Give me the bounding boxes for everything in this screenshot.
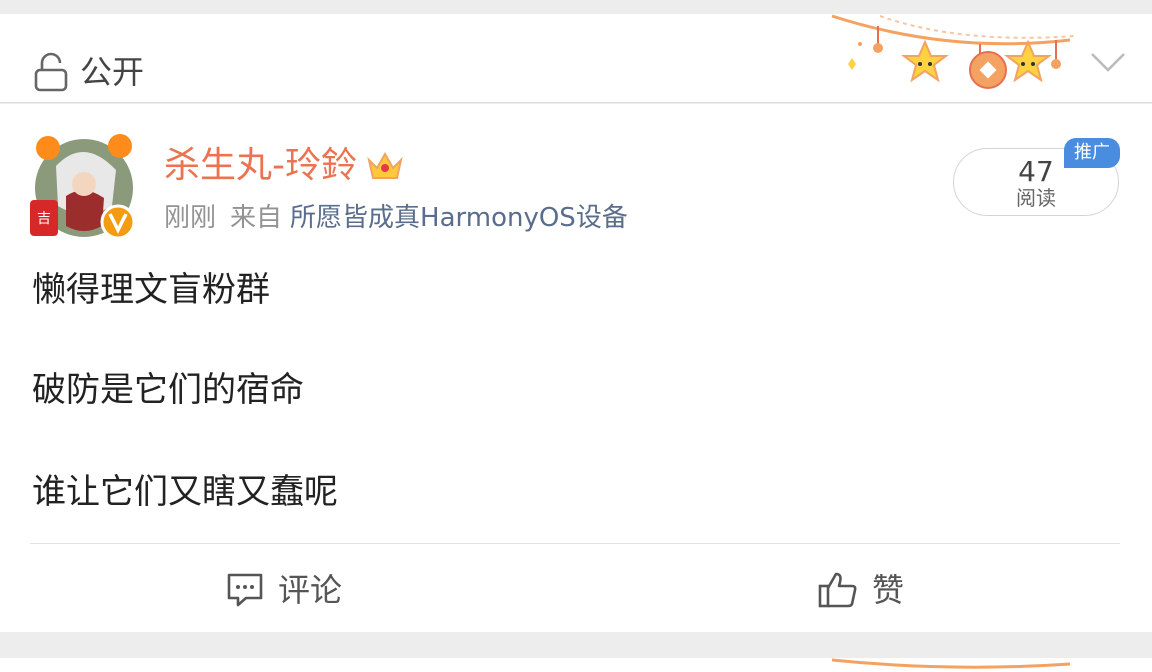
avatar[interactable]: 吉: [26, 126, 142, 242]
post-content-line: 懒得理文盲粉群: [32, 270, 270, 310]
promo-badge[interactable]: 推广: [1064, 138, 1120, 168]
thumbs-up-icon: [818, 572, 857, 608]
like-label: 赞: [872, 571, 905, 609]
festive-decoration: [831, 658, 1071, 669]
comment-icon: [227, 573, 263, 607]
post-time: 刚刚: [164, 203, 217, 233]
svg-text:吉: 吉: [37, 211, 51, 227]
post-content-line: 谁让它们又瞎又蠢呢: [32, 472, 338, 512]
lock-open-icon: [34, 52, 68, 92]
post-meta: 刚刚 来自 所愿皆成真HarmonyOS设备: [164, 202, 628, 234]
source-device-link[interactable]: 所愿皆成真HarmonyOS设备: [290, 203, 628, 233]
comment-button[interactable]: 评论: [226, 566, 342, 614]
next-post-card: [0, 658, 1152, 672]
like-button[interactable]: 赞: [818, 566, 904, 614]
chevron-down-icon[interactable]: [1088, 50, 1128, 74]
username[interactable]: 杀生丸-玲鈴: [164, 144, 357, 188]
verified-v-icon: [100, 204, 136, 240]
visibility-indicator[interactable]: 公开: [34, 52, 144, 92]
comment-label: 评论: [278, 571, 343, 609]
visibility-label: 公开: [80, 53, 145, 91]
username-row[interactable]: 杀生丸-玲鈴: [164, 144, 403, 188]
post-card: 吉 杀生丸-玲鈴 刚刚 来自 所愿皆成真HarmonyOS设备 47 阅读 推广 懒…: [0, 104, 1152, 632]
crown-icon: [367, 151, 403, 179]
post-header-bar: 公开: [0, 14, 1152, 103]
post-content-line: 破防是它们的宿命: [32, 370, 304, 410]
read-label: 阅读: [1016, 186, 1056, 210]
festive-decoration: [831, 14, 1076, 89]
divider: [30, 543, 1120, 544]
source-prefix: 来自: [230, 203, 283, 233]
